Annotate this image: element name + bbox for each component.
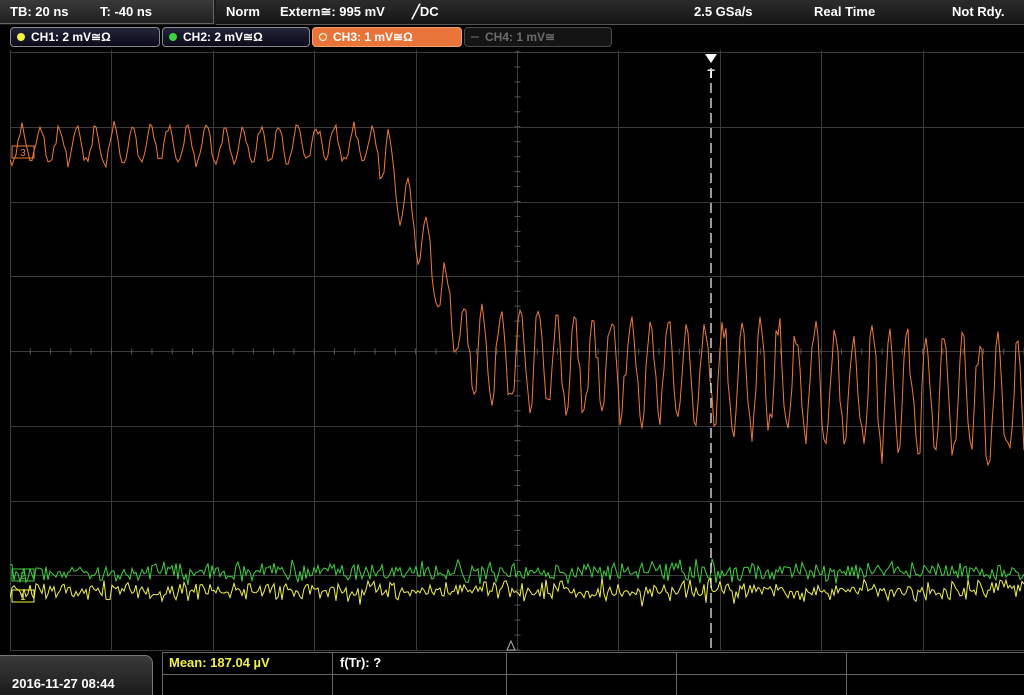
ch3-label: CH3: 1 mV≅Ω — [333, 30, 413, 44]
top-status-bar: TB: 20 ns T: -40 ns Norm Extern≅: 995 mV… — [0, 0, 1024, 25]
measurement-table[interactable]: Mean: 187.04 µV f(Tr): ? — [162, 652, 1024, 695]
acq-mode-label: Real Time — [814, 4, 876, 19]
sample-rate-label: 2.5 GSa/s — [694, 4, 753, 19]
trigger-time-label: T: -40 ns — [100, 4, 153, 19]
trigger-source-label: Extern≅: 995 mV — [280, 4, 385, 19]
channel-tab-ch4[interactable]: CH4: 1 mV≅ — [464, 27, 612, 47]
channel-tab-ch1[interactable]: CH1: 2 mV≅Ω — [10, 27, 160, 47]
ch2-marker-label: 2 — [20, 571, 26, 582]
ch3-indicator-icon — [319, 33, 327, 41]
run-status-label: Not Rdy. — [952, 4, 1005, 19]
waveform-canvas: T 3 2 1 — [10, 50, 1024, 651]
graticule — [10, 50, 1024, 651]
trigger-slope-label: ╱DC — [412, 4, 439, 19]
channel-tab-ch3[interactable]: CH3: 1 mV≅Ω — [312, 27, 462, 47]
ch1-offset-marker[interactable]: 1 — [11, 589, 35, 603]
ch4-indicator-icon — [471, 36, 479, 38]
trigger-mode-label: Norm — [226, 4, 260, 19]
ch1-label: CH1: 2 mV≅Ω — [31, 30, 111, 44]
datetime-label: 2016-11-27 08:44 — [12, 676, 115, 691]
ch1-indicator-icon — [17, 33, 25, 41]
timebase-box[interactable]: TB: 20 ns T: -40 ns — [0, 0, 214, 24]
ch4-label: CH4: 1 mV≅ — [485, 30, 556, 44]
mean-measurement: Mean: 187.04 µV — [169, 655, 270, 670]
acquisition-status-area[interactable]: Norm Extern≅: 995 mV ╱DC 2.5 GSa/s Real … — [216, 0, 1024, 25]
ch1-marker-label: 1 — [20, 592, 26, 603]
channel-tab-ch2[interactable]: CH2: 2 mV≅Ω — [162, 27, 310, 47]
datetime-panel: 2016-11-27 08:44 — [0, 655, 153, 695]
ch2-label: CH2: 2 mV≅Ω — [183, 30, 263, 44]
trigger-marker-label: T — [707, 67, 715, 81]
horizontal-position-marker-icon[interactable] — [506, 639, 516, 651]
ch2-indicator-icon — [169, 33, 177, 41]
trigger-arrow-icon[interactable] — [705, 54, 717, 63]
ch3-marker-label: 3 — [20, 148, 26, 159]
waveform-display[interactable]: T 3 2 1 — [10, 50, 1024, 651]
timebase-label: TB: 20 ns — [10, 4, 69, 19]
frequency-measurement: f(Tr): ? — [340, 655, 382, 670]
